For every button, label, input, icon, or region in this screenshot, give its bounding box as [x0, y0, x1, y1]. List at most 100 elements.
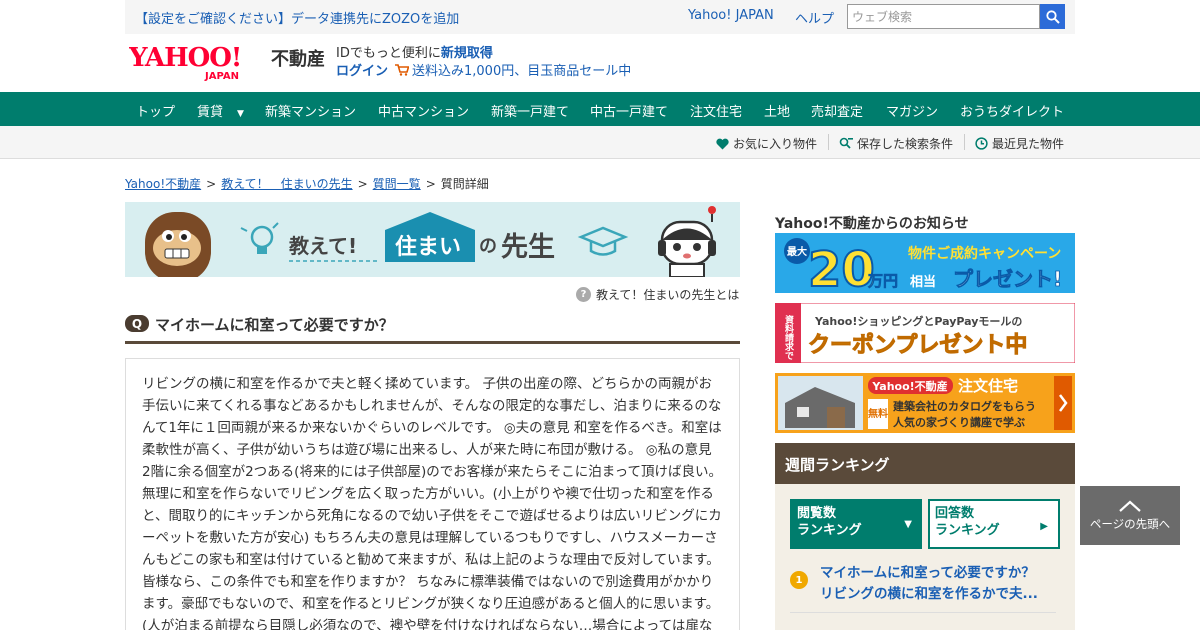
web-search-input[interactable]: [847, 4, 1040, 29]
yahoo-realestate-logo[interactable]: YAHOO! JAPAN: [128, 42, 267, 82]
question-heading: Q マイホームに和室って必要ですか？: [125, 310, 740, 344]
breadcrumb-current: 質問詳細: [440, 177, 489, 191]
breadcrumb-separator: >: [206, 177, 217, 191]
question-title: マイホームに和室って必要ですか？: [155, 316, 394, 334]
search-icon: [1045, 9, 1060, 24]
svg-text:20: 20: [808, 242, 875, 293]
signup-link[interactable]: 新規取得: [441, 46, 493, 61]
svg-text:相当: 相当: [910, 274, 936, 290]
nav-new-house[interactable]: 新築一戸建て: [491, 101, 569, 120]
question-icon: ?: [576, 287, 591, 302]
contract-campaign-graphic: 最大 20 万円 相当 物件ご成約キャンペーン プレゼント!: [775, 233, 1075, 293]
tab-answers-ranking[interactable]: 回答数 ランキング ▶: [928, 499, 1060, 549]
coupon-present-graphic: 資料請求で Yahoo!ショッピングとPayPayモールの クーポンプレゼント中: [775, 303, 1075, 363]
top-utility-bar: 【設定をご確認ください】データ連携先にZOZOを追加 Yahoo! JAPAN …: [0, 0, 1200, 34]
settings-notice-link[interactable]: 【設定をご確認ください】データ連携先にZOZOを追加: [135, 8, 459, 27]
search-button[interactable]: [1040, 4, 1065, 29]
promo-text: 送料込み1,000円、目玉商品セール中: [412, 64, 632, 79]
robot-mascot-icon: [658, 206, 716, 277]
top-utility-bar-inner: 【設定をご確認ください】データ連携先にZOZOを追加 Yahoo! JAPAN …: [125, 0, 1075, 34]
breadcrumb-question-list[interactable]: 質問一覧: [373, 177, 421, 191]
nav-sale-assessment[interactable]: 売却査定: [811, 101, 863, 120]
tab-views-ranking[interactable]: 閲覧数 ランキング ▼: [790, 499, 922, 549]
nav-rental-label: 賃貸: [197, 105, 224, 120]
svg-text:最大: 最大: [787, 245, 807, 258]
tab-views-label-2: ランキング: [797, 523, 862, 538]
banner-illustration: 教えて! 住まい の 先生: [145, 206, 716, 277]
ranking-item-title[interactable]: マイホームに和室って必要ですか？: [820, 563, 1035, 584]
recently-viewed-link[interactable]: 最近見た物件: [975, 135, 1064, 152]
svg-text:資料請求で: 資料請求で: [783, 314, 794, 360]
graduation-cap-icon: [577, 226, 629, 256]
site-name: 不動産: [271, 49, 325, 70]
id-promo-text: IDでもっと便利に新規取得: [336, 42, 493, 61]
svg-text:万円: 万円: [867, 272, 898, 290]
svg-text:Yahoo!不動産: Yahoo!不動産: [871, 379, 947, 393]
svg-text:先生: 先生: [501, 232, 555, 263]
about-oshiete-link[interactable]: ? 教えて！住まいの先生とは: [576, 286, 739, 303]
nav-custom-house[interactable]: 注文住宅: [690, 101, 742, 120]
recently-viewed-label: 最近見た物件: [992, 137, 1065, 151]
svg-text:物件ご成約キャンペーン: 物件ご成約キャンペーン: [908, 245, 1061, 262]
id-prefix: IDでもっと便利に: [336, 46, 441, 61]
custom-house-graphic: Yahoo!不動産 注文住宅 無料 建築会社のカタログをもらう 人気の家づくり講…: [775, 373, 1075, 433]
breadcrumb-separator: >: [357, 177, 368, 191]
chevron-down-icon: ▼: [237, 109, 244, 119]
yahoo-japan-link[interactable]: Yahoo! JAPAN: [688, 8, 774, 23]
site-header: YAHOO! JAPAN 不動産 IDでもっと便利に新規取得 ログイン 送料込み…: [125, 34, 1075, 92]
nav-new-mansion[interactable]: 新築マンション: [265, 101, 356, 120]
svg-text:住まい: 住まい: [395, 234, 461, 260]
oshiete-sumai-sensei-banner[interactable]: 教えて! 住まい の 先生: [125, 202, 740, 277]
clock-icon: [975, 137, 988, 150]
question-body: リビングの横に和室を作るかで夫と軽く揉めています。 子供の出産の際、どちらかの両…: [125, 358, 740, 630]
favorites-label: お気に入り物件: [733, 137, 818, 151]
breadcrumb-separator: >: [425, 177, 436, 191]
svg-text:人気の家づくり講座で学ぶ: 人気の家づくり講座で学ぶ: [893, 415, 1025, 429]
ranking-item-excerpt: リビングの横に和室を作るかで夫...: [820, 586, 1038, 602]
main-navigation: トップ 賃貸 ▼ 新築マンション 中古マンション 新築一戸建て 中古一戸建て 注文…: [0, 92, 1200, 126]
svg-text:JAPAN: JAPAN: [204, 71, 239, 82]
svg-text:クーポンプレゼント中: クーポンプレゼント中: [808, 332, 1027, 358]
breadcrumb-home[interactable]: Yahoo!不動産: [125, 177, 201, 191]
nav-magazine[interactable]: マガジン: [886, 101, 938, 120]
question-badge: Q: [125, 315, 149, 332]
login-link[interactable]: ログイン: [336, 60, 388, 79]
nav-rental[interactable]: 賃貸 ▼: [197, 101, 244, 120]
nav-used-house[interactable]: 中古一戸建て: [590, 101, 668, 120]
shopping-promo[interactable]: 送料込み1,000円、目玉商品セール中: [395, 60, 631, 79]
contract-campaign-banner[interactable]: 最大 20 万円 相当 物件ご成約キャンペーン プレゼント!: [775, 233, 1075, 293]
question-text: リビングの横に和室を作るかで夫と軽く揉めています。 子供の出産の際、どちらかの両…: [142, 376, 722, 630]
chevron-right-icon: ▶: [1040, 521, 1048, 532]
yahoo-logo-icon: YAHOO! JAPAN: [128, 43, 242, 82]
favorites-link[interactable]: お気に入り物件: [716, 135, 817, 152]
nav-ouchi-direct[interactable]: おうちダイレクト: [960, 101, 1064, 120]
weekly-ranking: 週間ランキング 閲覧数 ランキング ▼ 回答数 ランキング ▶ 1 マイホームに…: [775, 443, 1075, 630]
breadcrumb: Yahoo!不動産 > 教えて！ 住まいの先生 > 質問一覧 > 質問詳細: [125, 175, 489, 192]
heart-icon: [716, 138, 729, 149]
nav-land[interactable]: 土地: [764, 101, 790, 120]
subnav-divider: [964, 134, 965, 150]
saved-search-label: 保存した検索条件: [857, 137, 954, 151]
svg-text:YAHOO!: YAHOO!: [129, 43, 241, 73]
coupon-present-banner[interactable]: 資料請求で Yahoo!ショッピングとPayPayモールの クーポンプレゼント中: [775, 303, 1075, 363]
svg-text:無料: 無料: [868, 407, 888, 420]
about-oshiete-label: 教えて！住まいの先生とは: [596, 288, 740, 302]
back-to-top-button[interactable]: ページの先頭へ: [1080, 486, 1180, 545]
rank-number: 1: [790, 571, 808, 589]
ranking-item[interactable]: 1 マイホームに和室って必要ですか？ リビングの横に和室を作るかで夫...: [790, 563, 1056, 613]
help-link[interactable]: ヘルプ: [795, 8, 834, 27]
ranking-header: 週間ランキング: [775, 443, 1075, 484]
svg-text:Yahoo!ショッピングとPayPayモールの: Yahoo!ショッピングとPayPayモールの: [814, 314, 1022, 328]
saved-search-link[interactable]: 保存した検索条件: [839, 135, 953, 152]
nav-used-mansion[interactable]: 中古マンション: [378, 101, 469, 120]
svg-text:プレゼント!: プレゼント!: [953, 267, 1062, 291]
lightbulb-icon: [240, 222, 279, 254]
sub-navigation: お気に入り物件 保存した検索条件 最近見た物件: [0, 126, 1200, 159]
saved-search-icon: [839, 137, 853, 149]
cart-icon: [395, 63, 409, 76]
custom-house-banner[interactable]: Yahoo!不動産 注文住宅 無料 建築会社のカタログをもらう 人気の家づくり講…: [775, 373, 1075, 433]
nav-top[interactable]: トップ: [136, 101, 175, 120]
svg-text:注文住宅: 注文住宅: [958, 377, 1018, 395]
svg-text:教えて!: 教えて!: [289, 234, 357, 258]
breadcrumb-oshiete[interactable]: 教えて！ 住まいの先生: [221, 177, 352, 191]
